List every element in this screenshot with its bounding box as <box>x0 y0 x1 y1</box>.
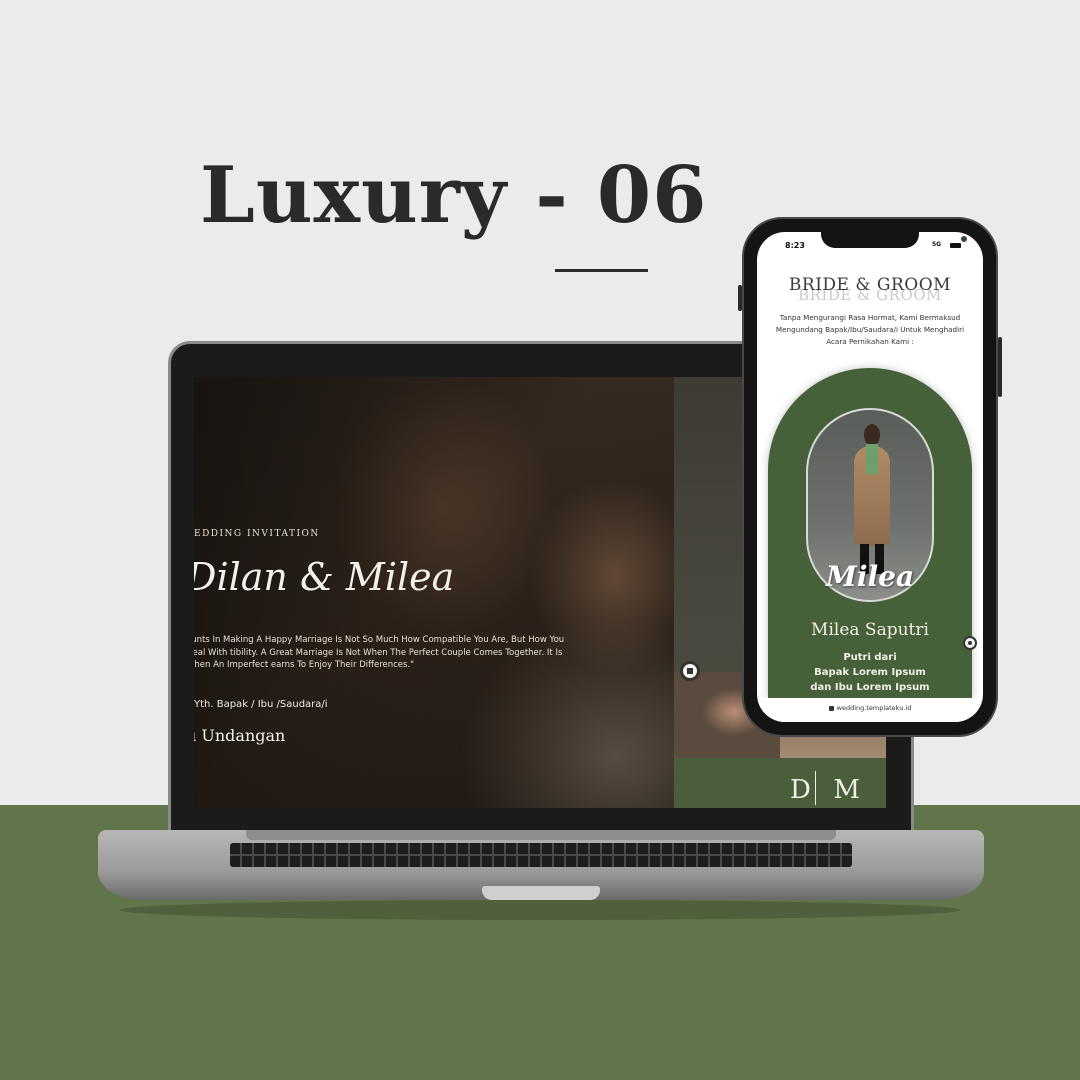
monogram-left: D <box>790 775 813 805</box>
open-invitation-button[interactable]: u Undangan <box>194 726 285 745</box>
lock-icon <box>828 705 834 711</box>
bride-parents: Putri dari Bapak Lorem Ipsum dan Ibu Lor… <box>757 650 983 695</box>
camera-icon <box>961 236 967 242</box>
section-title: BRIDE & GROOM <box>788 275 952 295</box>
parents-line: Bapak Lorem Ipsum <box>814 667 926 678</box>
title-underline <box>555 269 648 272</box>
laptop-keyboard <box>230 843 852 867</box>
status-time: 8:23 <box>785 241 805 250</box>
monogram: D M <box>790 775 862 805</box>
stop-icon[interactable] <box>680 661 700 681</box>
invitation-eyebrow: EDDING INVITATION <box>194 529 320 539</box>
laptop-trackpad <box>482 886 600 900</box>
recipient-label: Yth. Bapak / Ibu /Saudara/i <box>194 699 328 710</box>
battery-icon <box>950 243 961 248</box>
bride-full-name: Milea Saputri <box>811 620 929 640</box>
monogram-divider <box>815 771 816 805</box>
product-title: Luxury - 06 <box>200 150 708 241</box>
laptop-hinge <box>246 830 836 840</box>
intro-text: Tanpa Mengurangi Rasa Hormat, Kami Berma… <box>775 313 965 346</box>
bride-script-name: Milea <box>825 560 915 593</box>
parents-line: dan Ibu Lorem Ipsum <box>810 682 930 693</box>
status-network: 5G <box>932 241 942 248</box>
monogram-right: M <box>833 775 863 805</box>
music-icon[interactable] <box>963 636 977 650</box>
phone-notch <box>821 232 967 248</box>
laptop-shadow <box>120 900 960 920</box>
phone-side-button <box>998 337 1002 397</box>
parents-line: Putri dari <box>843 652 897 663</box>
url-bar[interactable]: wedding.templateku.id <box>757 698 983 722</box>
portrait-scarf <box>866 444 878 474</box>
url-text: wedding.templateku.id <box>836 704 912 712</box>
couple-names: Dilan & Milea <box>194 555 455 599</box>
quote-text: ounts In Making A Happy Marriage Is Not … <box>194 635 565 670</box>
portrait-head <box>864 424 880 446</box>
phone-screen: 8:23 5G BRIDE & GROOM BRIDE & GROOM Tanp… <box>757 232 983 722</box>
